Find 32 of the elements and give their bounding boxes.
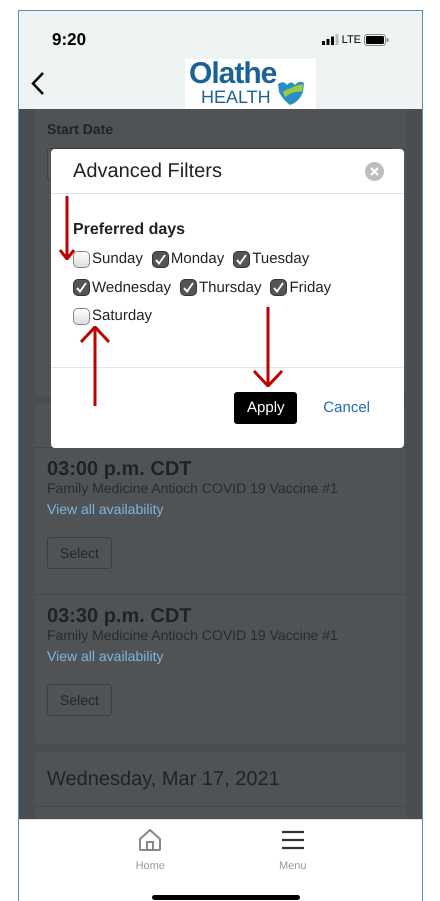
menu-icon [280, 828, 305, 852]
status-time: 9:20 [52, 29, 86, 51]
dialog-title: Advanced Filters [73, 159, 222, 184]
battery-icon [364, 34, 389, 46]
availability-link[interactable]: View all availability [47, 648, 164, 665]
checkbox[interactable] [233, 250, 250, 268]
back-icon[interactable] [31, 71, 45, 96]
day-label: Wednesday [92, 278, 171, 298]
logo-subtitle: HEALTH [200, 88, 271, 106]
section-heading: Preferred days [73, 220, 186, 240]
checkbox[interactable] [152, 250, 169, 268]
day-label: Sunday [92, 249, 143, 269]
checkbox[interactable] [73, 279, 90, 296]
menu-tab[interactable]: Menu [262, 828, 323, 874]
signal-icon [322, 34, 339, 46]
checkbox[interactable] [180, 279, 197, 296]
day-label: Monday [170, 249, 224, 269]
checkbox[interactable] [73, 308, 90, 325]
home-icon [138, 828, 162, 852]
day-label: Thursday [198, 278, 262, 298]
shield-icon [277, 80, 306, 106]
day-label: Tuesday [252, 249, 310, 269]
checkbox[interactable] [73, 250, 90, 268]
day-label: Friday [289, 278, 332, 298]
network-label: LTE [342, 32, 361, 48]
apply-button[interactable]: Apply [234, 392, 298, 424]
home-tab[interactable]: Home [120, 828, 180, 874]
day-label: Saturday [92, 306, 152, 326]
checkbox[interactable] [270, 279, 288, 296]
availability-link[interactable]: View all availability [47, 501, 164, 518]
logo-wordmark: Olathe [189, 60, 276, 88]
cancel-link[interactable]: Cancel [323, 396, 370, 420]
